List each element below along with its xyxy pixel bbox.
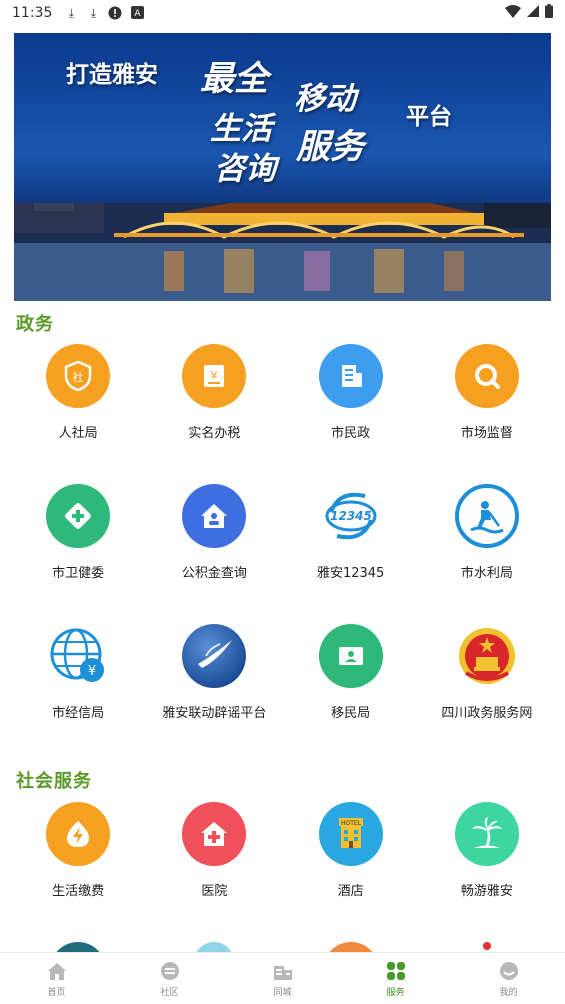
service-item-hr-bureau[interactable]: 社 人社局 — [10, 332, 146, 472]
lightning-icon — [46, 802, 111, 866]
service-label: 市水利局 — [460, 566, 513, 581]
house-icon — [182, 484, 247, 548]
svg-text:¥: ¥ — [211, 369, 218, 382]
download-icon: ⤓ — [68, 6, 75, 20]
home-icon — [47, 962, 66, 980]
service-item-market-supervision[interactable]: 市场监督 — [419, 332, 555, 472]
globe-yen-icon: ¥ — [46, 624, 111, 688]
chat-icon — [160, 961, 179, 980]
battery-icon — [545, 4, 553, 22]
app-a-icon: A — [130, 6, 144, 20]
partial-icon — [322, 942, 379, 952]
tax-icon: ¥ — [182, 344, 247, 408]
service-item-water-bureau[interactable]: 市水利局 — [419, 472, 555, 612]
tab-label: 同城 — [273, 987, 292, 998]
service-item-hotel[interactable]: HOTEL 酒店 — [283, 790, 419, 930]
service-item-hotline-12345[interactable]: 12345 雅安12345 — [283, 472, 419, 612]
tab-label: 服务 — [386, 987, 405, 998]
banner-line-2: 最全 — [200, 59, 268, 99]
service-item-health-commission[interactable]: 市卫健委 — [10, 472, 146, 612]
service-label: 生活缴费 — [52, 884, 105, 899]
status-bar: 11:35 ⤓ ⤓ A — [0, 0, 565, 26]
social-services-grid: 生活缴费 医院 HOTEL 酒店 畅游雅安 — [10, 790, 555, 930]
bottom-tab-bar: 首页 社区 同城 服务 我的 — [0, 952, 565, 1004]
id-card-icon — [318, 624, 383, 688]
download-icon: ⤓ — [90, 6, 97, 20]
hotel-icon: HOTEL — [318, 802, 383, 866]
tab-community[interactable]: 社区 — [113, 953, 226, 1004]
swoosh-logo-icon — [182, 624, 247, 688]
alert-icon — [108, 6, 122, 20]
signal-icon — [527, 5, 539, 21]
service-item-utility-payment[interactable]: 生活缴费 — [10, 790, 146, 930]
svg-text:¥: ¥ — [88, 664, 96, 679]
service-label: 医院 — [201, 884, 228, 899]
service-item-housing-fund[interactable]: 公积金查询 — [146, 472, 282, 612]
gov-services-grid: 社 人社局 ¥ 实名办税 市民政 市场监督 市卫健委 公积金查询 12345 雅… — [10, 332, 555, 752]
shield-icon: 社 — [46, 344, 111, 408]
city-icon — [273, 965, 292, 980]
service-label: 实名办税 — [188, 426, 241, 441]
tab-label: 首页 — [47, 987, 66, 998]
banner-line-3: 移动 — [294, 81, 356, 117]
profile-icon — [499, 961, 518, 980]
partial-icon — [194, 942, 235, 952]
service-item-immigration-bureau[interactable]: 移民局 — [283, 612, 419, 752]
banner-line-7: 平台 — [406, 104, 452, 130]
svg-text:HOTEL: HOTEL — [341, 820, 362, 827]
hospital-icon — [182, 802, 247, 866]
palm-tree-icon — [454, 802, 519, 866]
service-label: 酒店 — [337, 884, 364, 899]
service-item-civil-affairs[interactable]: 市民政 — [283, 332, 419, 472]
promo-banner[interactable]: 打造雅安 最全 移动 生活 服务 咨询 平台 — [14, 33, 551, 301]
national-emblem-icon — [454, 624, 519, 688]
tab-services[interactable]: 服务 — [339, 953, 452, 1004]
svg-text:12345: 12345 — [330, 509, 372, 523]
bridge-night-image — [14, 203, 551, 301]
service-label: 市卫健委 — [52, 566, 105, 581]
banner-line-5: 服务 — [296, 127, 364, 167]
partial-icon — [50, 942, 107, 952]
service-item-rumor-platform[interactable]: 雅安联动辟谣平台 — [146, 612, 282, 752]
building-icon — [318, 344, 383, 408]
wifi-icon — [505, 4, 521, 22]
service-label: 畅游雅安 — [460, 884, 513, 899]
service-label: 市民政 — [331, 426, 371, 441]
tab-profile[interactable]: 我的 — [452, 953, 565, 1004]
service-label: 市场监督 — [460, 426, 513, 441]
tab-label: 我的 — [499, 987, 518, 998]
status-time: 11:35 — [12, 5, 53, 21]
service-label: 移民局 — [331, 706, 371, 721]
service-label: 公积金查询 — [181, 566, 247, 581]
partial-icon — [482, 942, 491, 950]
banner-line-4: 生活 — [210, 111, 272, 147]
partial-next-row — [10, 940, 555, 952]
service-label: 雅安12345 — [316, 566, 385, 581]
search-icon — [454, 344, 519, 408]
medical-cross-icon — [46, 484, 111, 548]
svg-text:社: 社 — [73, 370, 84, 384]
service-item-sichuan-gov-service[interactable]: 四川政务服务网 — [419, 612, 555, 752]
service-item-hospital[interactable]: 医院 — [146, 790, 282, 930]
service-item-tax[interactable]: ¥ 实名办税 — [146, 332, 282, 472]
service-label: 雅安联动辟谣平台 — [162, 706, 267, 721]
service-item-travel-yaan[interactable]: 畅游雅安 — [419, 790, 555, 930]
service-item-economy-it-bureau[interactable]: ¥ 市经信局 — [10, 612, 146, 752]
worker-icon — [454, 484, 519, 548]
tab-home[interactable]: 首页 — [0, 953, 113, 1004]
grid-icon — [386, 961, 405, 980]
service-label: 市经信局 — [52, 706, 105, 721]
hotline-12345-icon: 12345 — [318, 484, 383, 548]
banner-line-6: 咨询 — [214, 151, 276, 187]
svg-text:A: A — [134, 9, 141, 19]
service-label: 四川政务服务网 — [441, 706, 533, 721]
tab-label: 社区 — [160, 987, 179, 998]
tab-local[interactable]: 同城 — [226, 953, 339, 1004]
banner-line-1: 打造雅安 — [66, 62, 158, 88]
service-label: 人社局 — [58, 426, 98, 441]
